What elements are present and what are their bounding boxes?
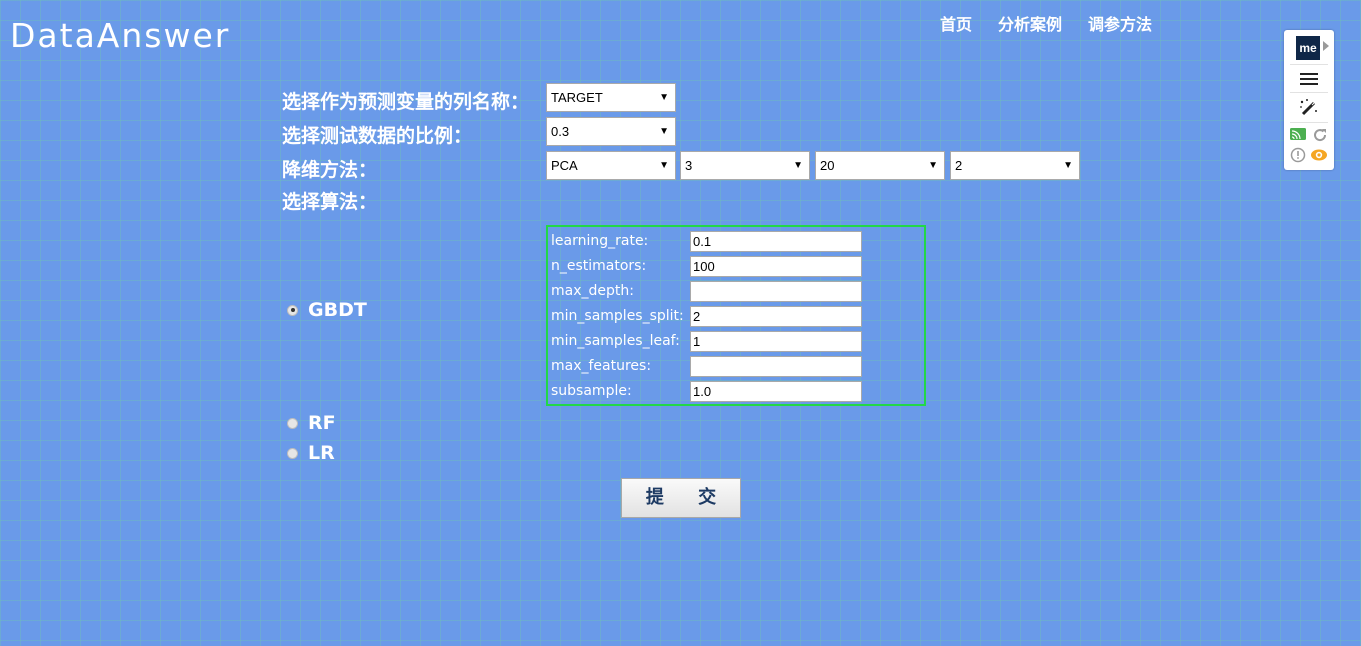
radio-button[interactable] <box>287 417 298 429</box>
param-label: learning_rate: <box>551 233 649 249</box>
param-label: max_depth: <box>551 283 634 299</box>
param-label: subsample: <box>551 383 632 399</box>
menu-icon[interactable] <box>1299 71 1319 87</box>
algorithm-option-rf[interactable]: RF <box>287 412 336 434</box>
test-ratio-value: 0.3 <box>551 124 570 139</box>
param-row-n-estimators: n_estimators: 100 <box>551 256 921 277</box>
top-nav: 首页 分析案例 调参方法 <box>940 11 1152 35</box>
param-label: min_samples_leaf: <box>551 333 680 349</box>
extension-panel: me <box>1284 30 1334 170</box>
learning-rate-input[interactable]: 0.1 <box>690 231 862 252</box>
nav-case-studies[interactable]: 分析案例 <box>998 11 1062 35</box>
extension-logo[interactable]: me <box>1296 36 1320 60</box>
param-label: max_features: <box>551 358 652 374</box>
algorithm-label: 选择算法： <box>282 191 378 213</box>
target-column-value: TARGET <box>551 90 603 105</box>
param-row-learning-rate: learning_rate: 0.1 <box>551 231 921 252</box>
radio-button[interactable] <box>287 447 298 459</box>
magic-wand-icon[interactable] <box>1298 97 1320 119</box>
info-icon[interactable] <box>1290 147 1306 163</box>
dim-param-value-3: 2 <box>955 158 963 173</box>
dim-method-select[interactable]: PCA ▼ <box>546 151 676 180</box>
algorithm-option-lr[interactable]: LR <box>287 442 335 464</box>
cast-icon[interactable] <box>1289 127 1307 141</box>
param-label: min_samples_split: <box>551 308 684 324</box>
max-features-input[interactable] <box>690 356 862 377</box>
dropdown-arrow-icon: ▼ <box>928 160 938 171</box>
test-ratio-select[interactable]: 0.3 ▼ <box>546 117 676 146</box>
eye-icon[interactable] <box>1310 148 1328 162</box>
target-column-label: 选择作为预测变量的列名称： <box>282 91 530 113</box>
divider <box>1290 92 1328 93</box>
dropdown-arrow-icon: ▼ <box>659 92 669 103</box>
radio-button[interactable] <box>287 304 298 316</box>
dim-param-select-2[interactable]: 20 ▼ <box>815 151 945 180</box>
nav-home[interactable]: 首页 <box>940 11 972 35</box>
dim-method-value: PCA <box>551 158 578 173</box>
dropdown-arrow-icon: ▼ <box>659 160 669 171</box>
algorithm-label-lr: LR <box>308 442 335 464</box>
algorithm-label-rf: RF <box>308 412 336 434</box>
dropdown-arrow-icon: ▼ <box>659 126 669 137</box>
dropdown-arrow-icon: ▼ <box>1063 160 1073 171</box>
submit-button[interactable]: 提 交 <box>621 478 741 518</box>
min-samples-split-input[interactable]: 2 <box>690 306 862 327</box>
dim-param-value-1: 3 <box>685 158 693 173</box>
test-ratio-label: 选择测试数据的比例： <box>282 125 473 147</box>
expand-arrow-icon[interactable] <box>1323 41 1329 51</box>
nav-tuning-methods[interactable]: 调参方法 <box>1088 11 1152 35</box>
param-row-max-depth: max_depth: <box>551 281 921 302</box>
dropdown-arrow-icon: ▼ <box>793 160 803 171</box>
algorithm-option-gbdt[interactable]: GBDT <box>287 299 367 321</box>
dim-param-select-3[interactable]: 2 ▼ <box>950 151 1080 180</box>
algorithm-label-gbdt: GBDT <box>308 299 367 321</box>
param-row-subsample: subsample: 1.0 <box>551 381 921 402</box>
logo: DataAnswer <box>10 16 231 55</box>
max-depth-input[interactable] <box>690 281 862 302</box>
divider <box>1290 122 1328 123</box>
param-row-min-samples-leaf: min_samples_leaf: 1 <box>551 331 921 352</box>
n-estimators-input[interactable]: 100 <box>690 256 862 277</box>
refresh-icon[interactable] <box>1312 127 1328 143</box>
dim-param-select-1[interactable]: 3 ▼ <box>680 151 810 180</box>
param-row-max-features: max_features: <box>551 356 921 377</box>
dim-param-value-2: 20 <box>820 158 835 173</box>
min-samples-leaf-input[interactable]: 1 <box>690 331 862 352</box>
gbdt-params-panel: learning_rate: 0.1 n_estimators: 100 max… <box>546 225 926 406</box>
param-row-min-samples-split: min_samples_split: 2 <box>551 306 921 327</box>
divider <box>1290 64 1328 65</box>
dim-reduction-label: 降维方法： <box>282 159 378 181</box>
target-column-select[interactable]: TARGET ▼ <box>546 83 676 112</box>
param-label: n_estimators: <box>551 258 647 274</box>
subsample-input[interactable]: 1.0 <box>690 381 862 402</box>
